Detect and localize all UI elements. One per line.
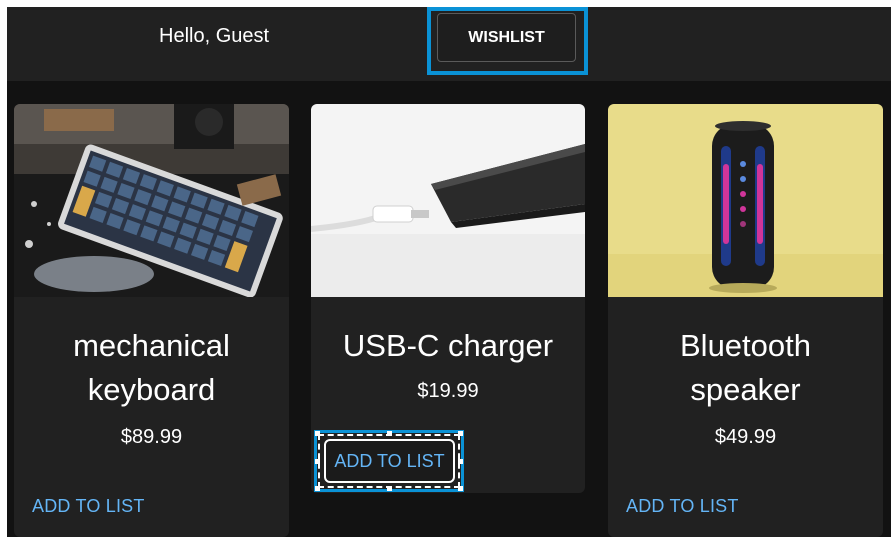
keyboard-image — [14, 104, 289, 297]
product-card-speaker: Bluetooth speaker $49.99 ADD TO LIST — [608, 104, 883, 537]
resize-handle[interactable] — [315, 431, 320, 436]
resize-handle[interactable] — [387, 486, 392, 491]
add-to-list-button[interactable]: ADD TO LIST — [324, 439, 455, 483]
top-bar: Hello, Guest WISHLIST — [7, 7, 891, 81]
resize-handle[interactable] — [458, 431, 463, 436]
product-title-line2: keyboard — [87, 372, 216, 407]
product-card-keyboard: mechanical keyboard $89.99 ADD TO LIST — [14, 104, 289, 537]
resize-handle[interactable] — [458, 459, 463, 464]
resize-handle[interactable] — [315, 459, 320, 464]
product-title: Bluetooth speaker — [608, 324, 883, 412]
resize-handle[interactable] — [458, 486, 463, 491]
product-title-line1: USB-C charger — [342, 328, 554, 363]
product-price: $49.99 — [714, 426, 777, 448]
speaker-image — [608, 104, 883, 297]
product-price: $89.99 — [120, 426, 183, 448]
product-title-line1: Bluetooth — [680, 328, 811, 363]
greeting-text: Hello, Guest — [159, 25, 270, 47]
product-title-line1: mechanical — [73, 328, 230, 363]
product-title: mechanical keyboard — [14, 324, 289, 412]
resize-handle[interactable] — [315, 486, 320, 491]
product-price: $19.99 — [417, 380, 479, 402]
product-title: USB-C charger — [311, 324, 585, 368]
resize-handle[interactable] — [387, 431, 392, 436]
product-title-line2: speaker — [690, 372, 801, 407]
charger-image — [311, 104, 585, 297]
add-to-list-button[interactable]: ADD TO LIST — [32, 496, 145, 517]
add-to-list-button[interactable]: ADD TO LIST — [626, 496, 739, 517]
wishlist-button[interactable]: WISHLIST — [437, 13, 576, 62]
selected-add-to-list-focus: ADD TO LIST — [314, 430, 464, 492]
